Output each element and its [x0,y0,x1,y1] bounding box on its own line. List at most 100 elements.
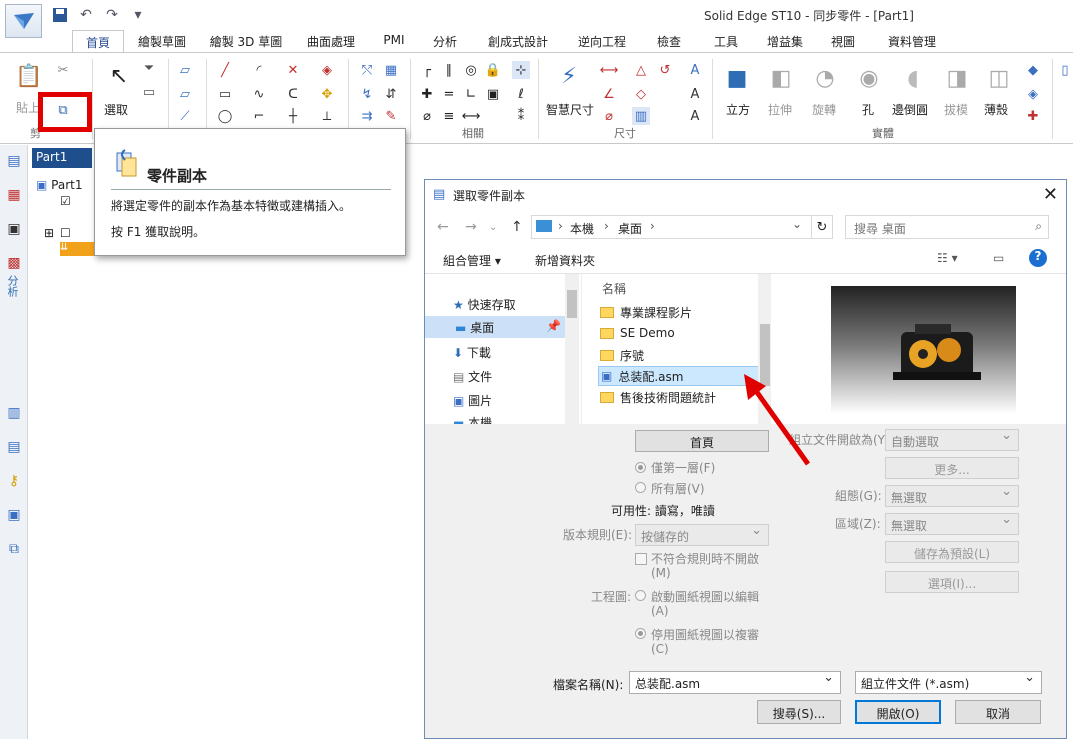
solid-label-draft[interactable]: 拔模 [944,101,968,118]
pattern-icon[interactable]: ◈ [1024,85,1042,103]
tree-feature-icon[interactable]: ⇊ [60,242,94,256]
family-parts-icon[interactable]: ▥ [4,403,24,423]
search-input[interactable]: 搜尋 桌面 ⌕ [845,215,1049,239]
extrude-icon[interactable]: ◧ [764,61,798,95]
undo-icon[interactable]: ↶ [76,5,96,25]
nav-desktop[interactable]: ▬ 桌面 📌 [425,316,565,338]
maintain-relations-icon[interactable]: ⁑ [512,107,530,125]
tab-3d-sketch[interactable]: 繪製 3D 草圖 [200,30,292,52]
horizontal-vertical-icon[interactable]: ✚ [418,85,436,103]
connect-icon[interactable]: ┌ [418,61,436,79]
cancel-button[interactable]: 取消 [955,700,1041,724]
forward-icon[interactable]: → [465,219,477,235]
solid-label-hole[interactable]: 孔 [862,101,874,118]
nav-downloads[interactable]: ⬇ 下載 [453,344,491,361]
draft-icon[interactable]: ◨ [940,61,974,95]
pathfinder-icon[interactable]: ▤ [4,151,24,171]
pathfinder-tab[interactable]: Part1 [32,148,92,168]
lock-icon[interactable]: 🔒 [484,61,502,79]
views-icon[interactable]: ▣ [4,505,24,525]
version-rule-select[interactable]: 按儲存的 [635,523,769,546]
smart-dimension-icon[interactable]: ⚡ [552,59,586,93]
tree-checkbox[interactable]: ☑ [60,194,71,208]
intersect-icon[interactable]: ↯ [358,85,376,103]
customize-qat-icon[interactable]: ▾ [128,5,148,25]
nav-documents[interactable]: ▤ 文件 [453,368,492,385]
relate-handle-icon[interactable]: ℓ [512,85,530,103]
search-button[interactable]: 搜尋(S)... [757,700,841,724]
construction-icon[interactable]: ┼ [284,107,302,125]
filetype-select[interactable]: 組立件文件 (*.asm) [855,670,1042,694]
list-item[interactable]: SE Demo [600,326,675,340]
curve-icon[interactable]: ∿ [250,85,268,103]
tab-tools[interactable]: 工具 [698,30,754,52]
plane-icon[interactable]: ▱ [176,61,194,79]
mirror-feature-icon[interactable]: ▯ [1056,61,1073,79]
relate-toggle-icon[interactable]: ⊹ [512,61,530,79]
select-box-icon[interactable]: ▭ [140,83,158,101]
analysis-label[interactable]: 分析 [4,275,20,297]
plane-normal-icon[interactable]: ⟋ [176,107,194,125]
chamfer-dimension-icon[interactable]: ◇ [632,85,650,103]
tab-analysis[interactable]: 分析 [418,30,472,52]
callout-icon[interactable]: A [686,85,704,103]
scrollbar-thumb[interactable] [567,290,577,318]
column-header-name[interactable]: 名稱 [602,280,626,297]
close-icon[interactable]: ✕ [1043,184,1058,205]
cut-icon[interactable]: ✂ [54,61,72,79]
dimension-axis-icon[interactable]: ⇉ [358,107,376,125]
text-icon[interactable]: A [686,61,704,79]
first-level-radio[interactable] [635,462,646,473]
pin-icon[interactable]: 📌 [546,319,561,333]
address-bar[interactable]: › 本機 › 桌面 › ⌄ [531,215,831,239]
tab-pmi[interactable]: PMI [370,30,418,52]
breadcrumb-this-pc[interactable]: 本機 [570,220,594,237]
tab-sketch[interactable]: 繪製草圖 [124,30,200,52]
breadcrumb-desktop[interactable]: 桌面 [618,220,642,237]
redo-icon[interactable]: ↷ [102,5,122,25]
round-icon[interactable]: ◖ [896,61,930,95]
refresh-icon[interactable]: ↻ [811,215,833,239]
plane-coincident-icon[interactable]: ▱ [176,85,194,103]
rectangle-icon[interactable]: ▭ [216,85,234,103]
tree-expand-icon[interactable]: ⊞ [44,226,54,240]
tab-data-management[interactable]: 資料管理 [870,30,954,52]
thin-wall-icon[interactable]: ◫ [982,61,1016,95]
fill-icon[interactable]: ◈ [318,61,336,79]
back-icon[interactable]: ← [437,219,449,235]
paste-icon[interactable]: 📋 [12,59,46,93]
line-icon[interactable]: ╱ [216,61,234,79]
perpendicular-icon[interactable]: ∟ [462,85,480,103]
block-icon[interactable]: ■ [720,61,754,95]
nav-pictures[interactable]: ▣ 圖片 [453,392,492,409]
solid-label-revolve[interactable]: 旋轉 [812,101,836,118]
offset-icon[interactable]: ᑕ [284,85,302,103]
filter-icon[interactable]: ⏷ [140,59,158,77]
angle-dimension-icon[interactable]: ∠ [600,85,618,103]
no-match-checkbox[interactable] [635,553,647,565]
organize-button[interactable]: 組合管理 ▾ [443,252,501,269]
constraint-icon[interactable]: ⇵ [382,85,400,103]
nav-scrollbar[interactable] [565,274,579,424]
drawing-disable-radio[interactable] [635,628,646,639]
boolean-icon[interactable]: ◆ [1024,61,1042,79]
dimension-style-icon[interactable]: ▥ [632,107,650,125]
trim-icon[interactable]: ✕ [284,61,302,79]
drawing-enable-radio[interactable] [635,590,646,601]
config-select[interactable]: 無選取 [885,484,1019,507]
mirror-icon[interactable]: ⟂ [318,107,336,125]
all-levels-radio[interactable] [635,482,646,493]
preview-pane-icon[interactable]: ▭ [993,251,1004,265]
variables-icon[interactable]: ▤ [4,437,24,457]
pencil-icon[interactable]: ✎ [382,107,400,125]
tab-view[interactable]: 視圖 [816,30,870,52]
tree-root[interactable]: ▣ Part1 [36,178,83,192]
concentric-icon[interactable]: ◎ [462,61,480,79]
help-icon[interactable]: ? [1029,249,1047,267]
key-icon[interactable]: ⚷ [4,471,24,491]
revolve-icon[interactable]: ◔ [808,61,842,95]
tab-reverse-engineering[interactable]: 逆向工程 [564,30,640,52]
select-arrow-icon[interactable]: ↖ [102,59,136,93]
list-item[interactable]: 售後技術問題統計 [600,389,716,406]
list-item[interactable]: 專業課程影片 [600,304,692,321]
